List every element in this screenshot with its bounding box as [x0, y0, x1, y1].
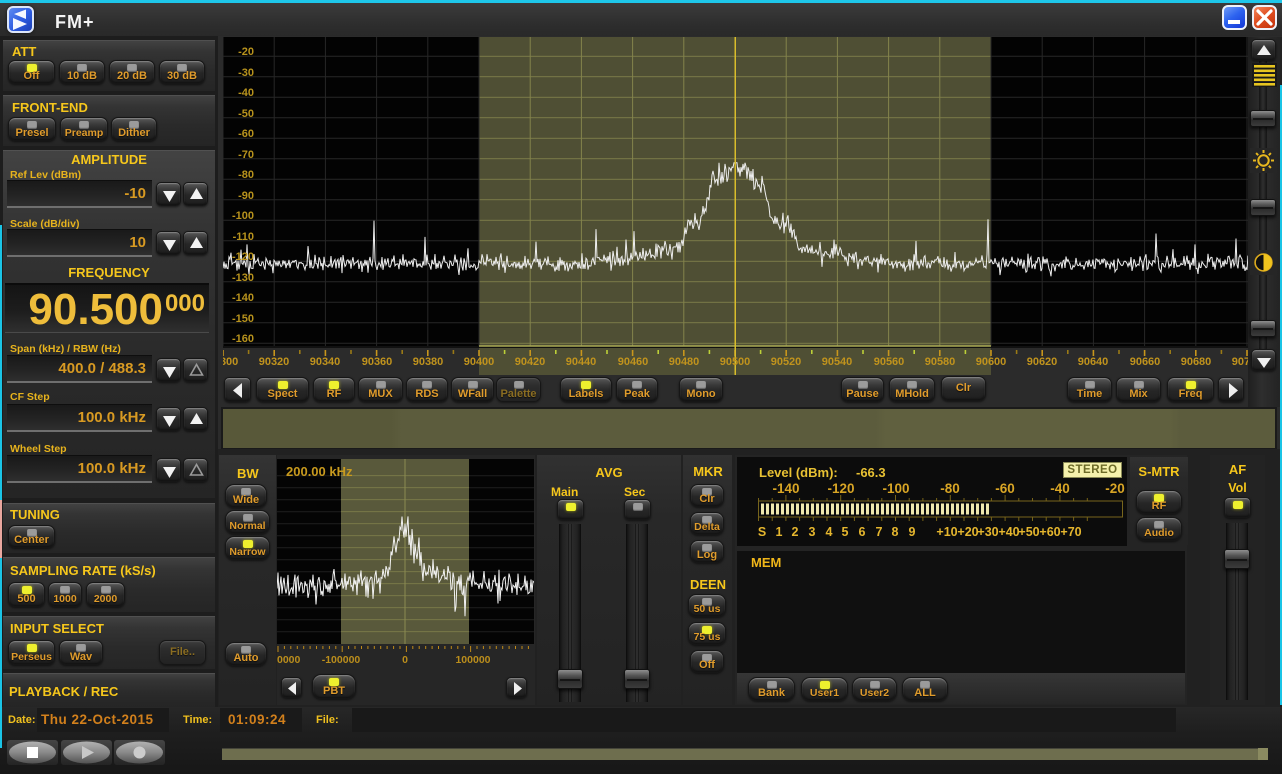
svg-text:90420: 90420 — [515, 356, 546, 368]
svg-text:0000: 0000 — [277, 654, 301, 666]
svg-text:-30: -30 — [238, 67, 254, 79]
svg-text:-90: -90 — [238, 190, 254, 202]
svg-text:S: S — [758, 525, 766, 539]
svg-text:3: 3 — [809, 525, 816, 539]
svg-text:-140: -140 — [232, 292, 254, 304]
svg-text:-50: -50 — [238, 108, 254, 120]
svg-text:-140: -140 — [772, 481, 799, 496]
svg-text:-70: -70 — [238, 149, 254, 161]
svg-text:-120: -120 — [232, 251, 254, 263]
svg-text:4: 4 — [826, 525, 833, 539]
svg-text:90680: 90680 — [1181, 356, 1212, 368]
svg-text:+20: +20 — [957, 525, 978, 539]
svg-text:-150: -150 — [232, 313, 254, 325]
svg-text:90320: 90320 — [259, 356, 290, 368]
svg-text:90580: 90580 — [925, 356, 956, 368]
svg-text:8: 8 — [892, 525, 899, 539]
svg-text:90620: 90620 — [1027, 356, 1058, 368]
svg-text:90460: 90460 — [618, 356, 649, 368]
svg-text:90660: 90660 — [1130, 356, 1161, 368]
svg-text:-60: -60 — [238, 128, 254, 140]
svg-text:90560: 90560 — [874, 356, 905, 368]
svg-text:90360: 90360 — [362, 356, 393, 368]
svg-text:90300: 90300 — [223, 356, 238, 368]
svg-text:+50: +50 — [1018, 525, 1039, 539]
svg-text:-40: -40 — [238, 87, 254, 99]
svg-text:90380: 90380 — [413, 356, 444, 368]
svg-text:90600: 90600 — [976, 356, 1007, 368]
svg-text:90540: 90540 — [822, 356, 853, 368]
svg-text:-80: -80 — [238, 169, 254, 181]
svg-text:+60: +60 — [1039, 525, 1060, 539]
svg-text:-160: -160 — [232, 333, 254, 345]
svg-text:90440: 90440 — [566, 356, 597, 368]
svg-text:1: 1 — [776, 525, 783, 539]
svg-text:+70: +70 — [1060, 525, 1081, 539]
svg-text:+30: +30 — [977, 525, 998, 539]
svg-text:0: 0 — [402, 654, 408, 666]
svg-text:90400: 90400 — [464, 356, 495, 368]
svg-text:-40: -40 — [1050, 481, 1070, 496]
svg-text:90500: 90500 — [720, 356, 751, 368]
svg-text:-120: -120 — [827, 481, 854, 496]
svg-text:-100000: -100000 — [322, 654, 361, 666]
svg-text:-130: -130 — [232, 272, 254, 284]
svg-text:90480: 90480 — [669, 356, 700, 368]
svg-text:-100: -100 — [882, 481, 909, 496]
svg-text:100000: 100000 — [455, 654, 490, 666]
svg-text:-100: -100 — [232, 210, 254, 222]
svg-text:7: 7 — [876, 525, 883, 539]
svg-text:9: 9 — [909, 525, 916, 539]
svg-text:-110: -110 — [233, 231, 254, 243]
svg-text:90640: 90640 — [1078, 356, 1109, 368]
svg-text:5: 5 — [842, 525, 849, 539]
svg-text:-80: -80 — [940, 481, 960, 496]
svg-text:90340: 90340 — [310, 356, 341, 368]
svg-text:-60: -60 — [995, 481, 1015, 496]
svg-text:-20: -20 — [238, 46, 254, 58]
svg-text:2: 2 — [792, 525, 799, 539]
svg-text:-20: -20 — [1105, 481, 1125, 496]
svg-text:6: 6 — [859, 525, 866, 539]
svg-text:+40: +40 — [998, 525, 1019, 539]
svg-text:+10: +10 — [936, 525, 957, 539]
svg-text:90520: 90520 — [771, 356, 802, 368]
